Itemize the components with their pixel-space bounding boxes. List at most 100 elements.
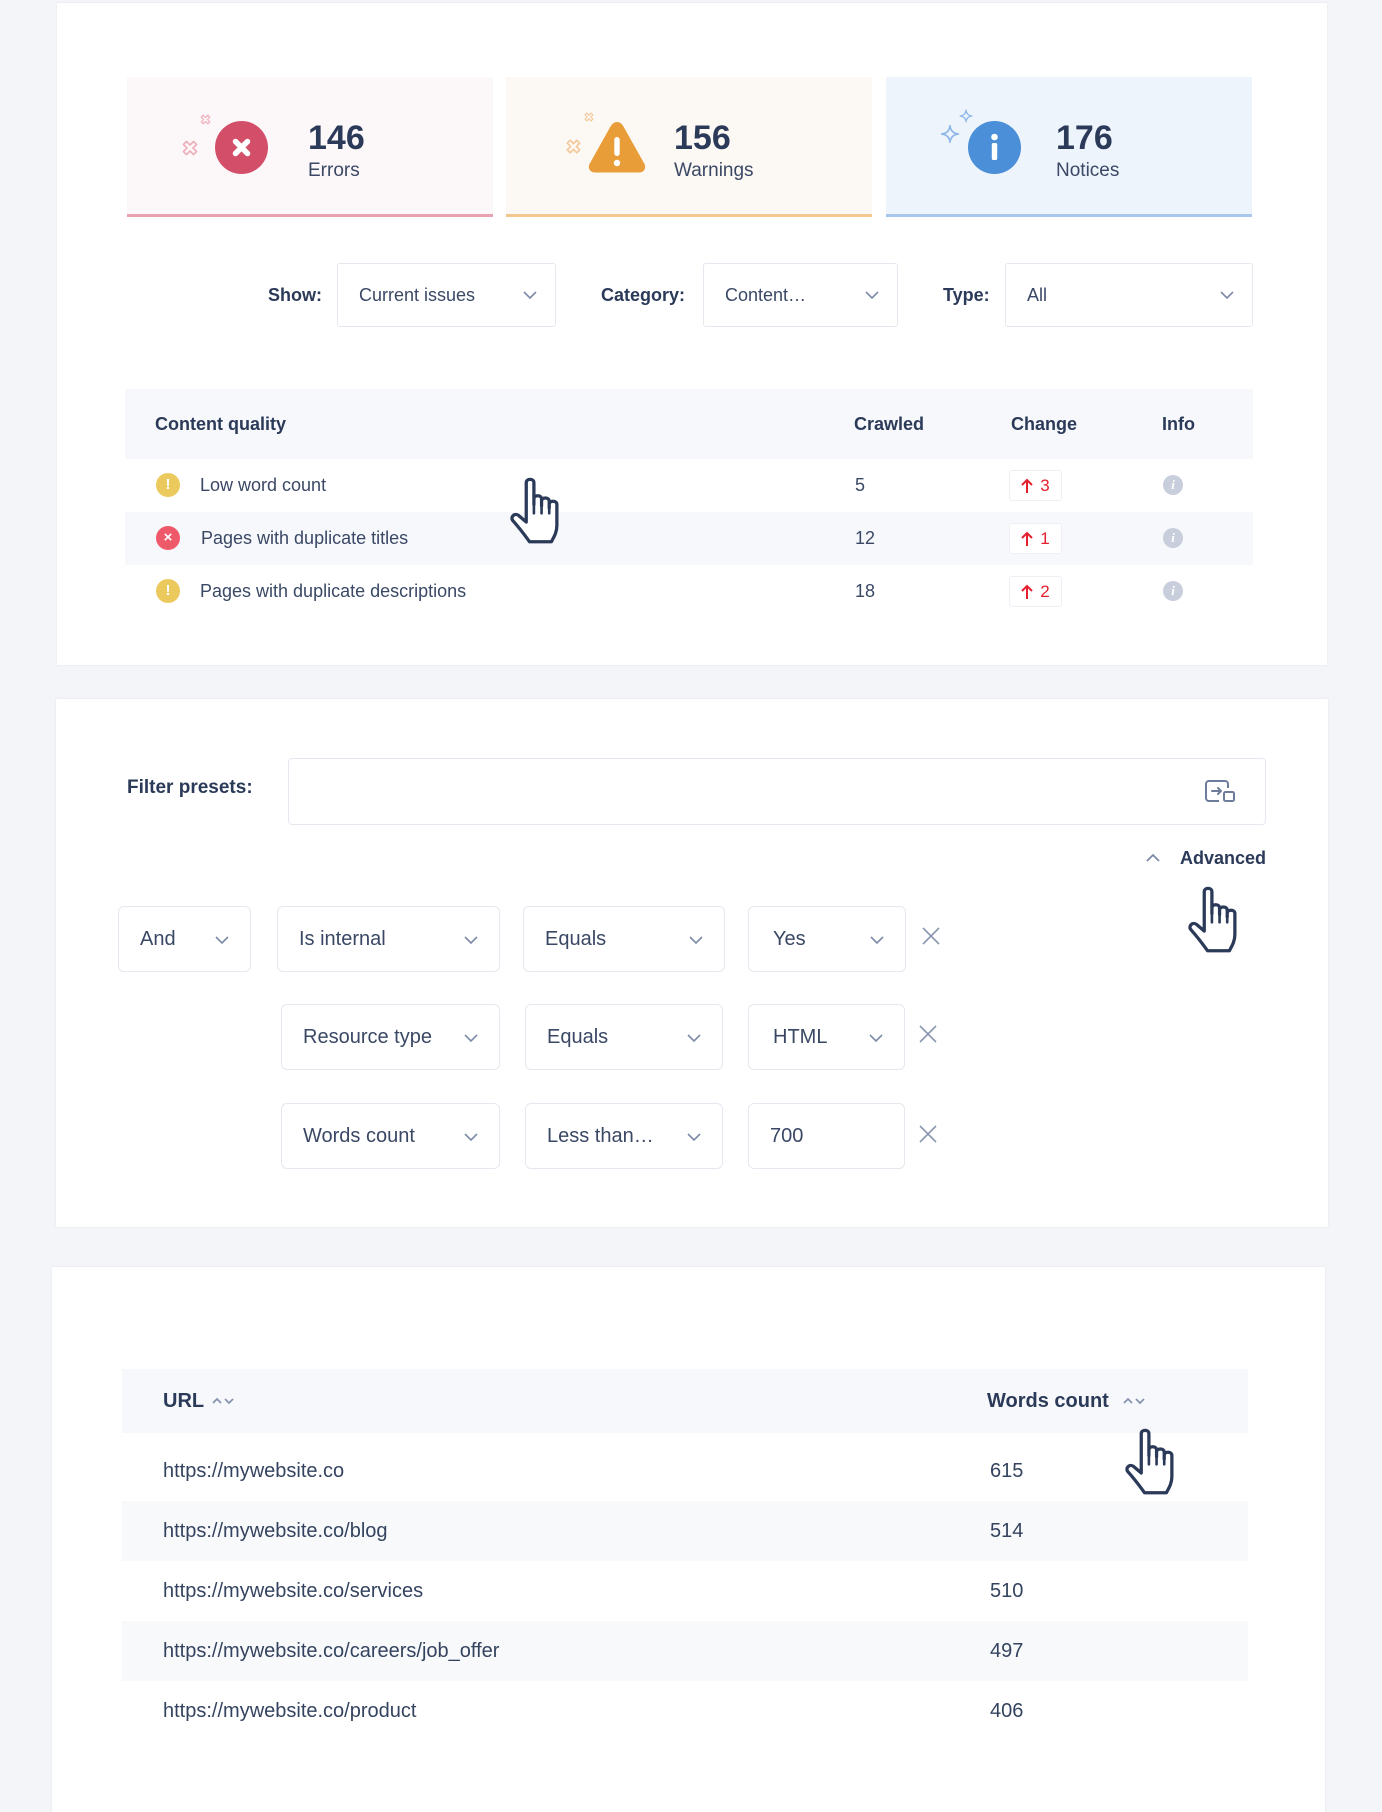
column-header-content-quality: Content quality [155, 414, 286, 434]
chevron-down-icon [215, 936, 229, 944]
url-cell[interactable]: https://mywebsite.co [163, 1441, 344, 1501]
warnings-count: 156 [674, 119, 731, 157]
arrow-up-icon [1021, 584, 1033, 599]
chevron-down-icon [464, 1034, 478, 1042]
chevron-down-icon [464, 1133, 478, 1141]
apply-preset-icon[interactable] [1204, 778, 1238, 804]
info-icon[interactable]: i [1163, 581, 1183, 601]
words-count-cell: 615 [990, 1460, 1024, 1482]
url-cell[interactable]: https://mywebsite.co/careers/job_offer [163, 1621, 499, 1681]
column-header-words-count-label: Words count [987, 1389, 1109, 1412]
table-row[interactable]: https://mywebsite.co/blog 514 [122, 1501, 1248, 1561]
words-count-cell: 497 [990, 1640, 1024, 1662]
error-x-icon [215, 121, 268, 174]
warnings-label: Warnings [674, 160, 754, 181]
warnings-stat-card[interactable]: 156 Warnings [506, 77, 872, 217]
table-row[interactable]: https://mywebsite.co/product 406 [122, 1681, 1248, 1741]
info-circle-icon [968, 121, 1021, 174]
decorative-cross-icon [566, 139, 581, 154]
warning-triangle-icon [588, 122, 646, 173]
change-badge: 2 [1009, 576, 1062, 607]
column-header-words-count[interactable]: Words count [987, 1369, 1146, 1433]
issue-name[interactable]: Pages with duplicate descriptions [200, 565, 466, 618]
words-count-cell: 510 [990, 1580, 1024, 1602]
condition-value-select[interactable]: HTML [748, 1004, 905, 1070]
errors-stat-card[interactable]: 146 Errors [127, 77, 493, 217]
condition-field-select[interactable]: Resource type [281, 1004, 500, 1070]
chevron-down-icon [869, 1034, 883, 1042]
condition-field-value: Resource type [303, 1026, 432, 1048]
change-value: 1 [1040, 528, 1050, 548]
filter-presets-input[interactable] [289, 759, 1189, 824]
issue-name[interactable]: Low word count [200, 459, 326, 512]
issue-row[interactable]: ! Low word count 5 3 i [125, 459, 1253, 512]
decorative-cross-icon [182, 140, 198, 156]
condition-operator-select[interactable]: Less than… [525, 1103, 723, 1169]
condition-field-value: Words count [303, 1125, 415, 1147]
change-badge: 3 [1009, 470, 1062, 501]
condition-field-select[interactable]: Words count [281, 1103, 500, 1169]
chevron-down-icon [687, 1034, 701, 1042]
column-header-change: Change [1011, 414, 1078, 434]
condition-operator-select[interactable]: Equals [525, 1004, 723, 1070]
condition-value-field[interactable] [748, 1103, 905, 1169]
sort-icon[interactable] [1123, 1396, 1146, 1406]
issue-row[interactable]: ! Pages with duplicate descriptions 18 2… [125, 565, 1253, 618]
connector-select[interactable]: And [118, 906, 251, 972]
column-header-info: Info [1162, 414, 1195, 434]
chevron-down-icon [870, 936, 884, 944]
notices-label: Notices [1056, 160, 1120, 181]
chevron-up-icon [1146, 854, 1160, 862]
sparkle-icon [940, 124, 960, 144]
url-cell[interactable]: https://mywebsite.co/services [163, 1561, 423, 1621]
show-filter-select[interactable]: Current issues [337, 263, 556, 327]
filter-builder-panel: Filter presets: Advanced And Is internal… [56, 699, 1328, 1227]
issues-table-header: Content quality Crawled Change Info [125, 389, 1253, 459]
connector-value: And [140, 928, 176, 950]
results-table-header: URL Words count [122, 1369, 1248, 1433]
info-icon[interactable]: i [1163, 475, 1183, 495]
change-value: 3 [1040, 475, 1050, 495]
category-filter-select[interactable]: Content… [703, 263, 898, 327]
remove-condition-icon[interactable] [922, 927, 940, 945]
words-count-cell: 406 [990, 1700, 1024, 1722]
chevron-down-icon [464, 936, 478, 944]
condition-value-input[interactable] [749, 1104, 904, 1168]
condition-operator-select[interactable]: Equals [523, 906, 725, 972]
table-row[interactable]: https://mywebsite.co/careers/job_offer 4… [122, 1621, 1248, 1681]
show-filter-label: Show: [268, 285, 322, 305]
errors-label: Errors [308, 160, 360, 181]
type-filter-select[interactable]: All [1005, 263, 1253, 327]
sort-icon[interactable] [212, 1396, 235, 1406]
issue-crawled: 5 [855, 475, 866, 495]
condition-operator-value: Less than… [547, 1125, 654, 1147]
remove-condition-icon[interactable] [919, 1025, 937, 1043]
notices-stat-card[interactable]: 176 Notices [886, 77, 1252, 217]
category-filter-value: Content… [725, 285, 807, 305]
column-header-url[interactable]: URL [163, 1369, 235, 1433]
filter-presets-field[interactable] [288, 758, 1266, 825]
condition-value-select[interactable]: Yes [748, 906, 906, 972]
issues-overview-panel: 146 Errors 156 Warnings 176 Notices Show… [57, 3, 1327, 665]
info-icon[interactable]: i [1163, 528, 1183, 548]
filter-presets-label: Filter presets: [127, 777, 253, 798]
url-cell[interactable]: https://mywebsite.co/product [163, 1681, 416, 1741]
words-count-cell: 514 [990, 1520, 1024, 1542]
chevron-down-icon [689, 936, 703, 944]
issue-name[interactable]: Pages with duplicate titles [201, 512, 408, 565]
remove-condition-icon[interactable] [919, 1125, 937, 1143]
warning-icon: ! [156, 579, 180, 603]
issue-crawled: 12 [855, 528, 876, 548]
url-cell[interactable]: https://mywebsite.co/blog [163, 1501, 388, 1561]
condition-operator-value: Equals [545, 928, 607, 950]
table-row[interactable]: https://mywebsite.co/services 510 [122, 1561, 1248, 1621]
advanced-toggle[interactable]: Advanced [1142, 844, 1328, 872]
warning-icon: ! [156, 473, 180, 497]
table-row[interactable]: https://mywebsite.co 615 [122, 1441, 1248, 1501]
column-header-crawled: Crawled [854, 414, 925, 434]
errors-count: 146 [308, 119, 365, 157]
chevron-down-icon [523, 291, 537, 299]
change-value: 2 [1040, 581, 1050, 601]
issue-row[interactable]: × Pages with duplicate titles 12 1 i [125, 512, 1253, 565]
condition-field-select[interactable]: Is internal [277, 906, 500, 972]
